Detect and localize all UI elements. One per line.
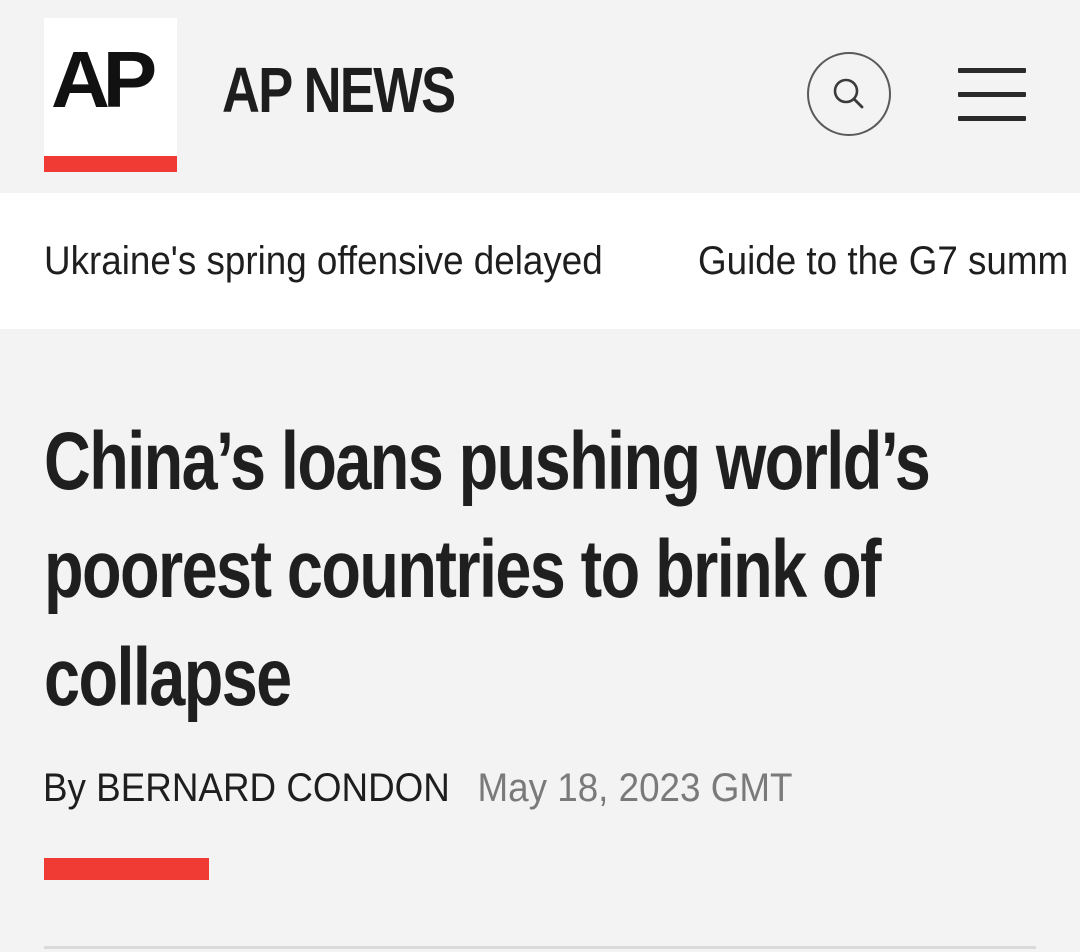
menu-button[interactable] [958,68,1026,122]
logo-accent-bar [44,156,177,172]
site-header: AP AP NEWS [0,0,1080,192]
hamburger-menu-icon [958,68,1026,73]
hamburger-menu-icon [958,116,1026,121]
article-headline: China’s loans pushing world’s poorest co… [44,416,931,723]
ap-logo-text: AP [51,35,157,124]
byline-date: May 18, 2023 GMT [477,766,793,810]
trending-link-ukraine[interactable]: Ukraine's spring offensive delayed [44,237,603,285]
article-accent-bar [44,858,209,880]
trending-topics-bar: Ukraine's spring offensive delayed Guide… [0,193,1080,329]
brand-name[interactable]: AP NEWS [222,54,456,126]
hamburger-menu-icon [958,92,1026,97]
ap-logo[interactable]: AP [44,18,177,156]
search-icon [833,78,864,109]
search-button[interactable] [807,52,891,136]
article-byline: By BERNARD CONDON May 18, 2023 GMT [43,764,792,812]
trending-link-g7[interactable]: Guide to the G7 summ [698,237,1068,285]
byline-author[interactable]: By BERNARD CONDON [43,766,450,810]
divider [44,946,1036,949]
